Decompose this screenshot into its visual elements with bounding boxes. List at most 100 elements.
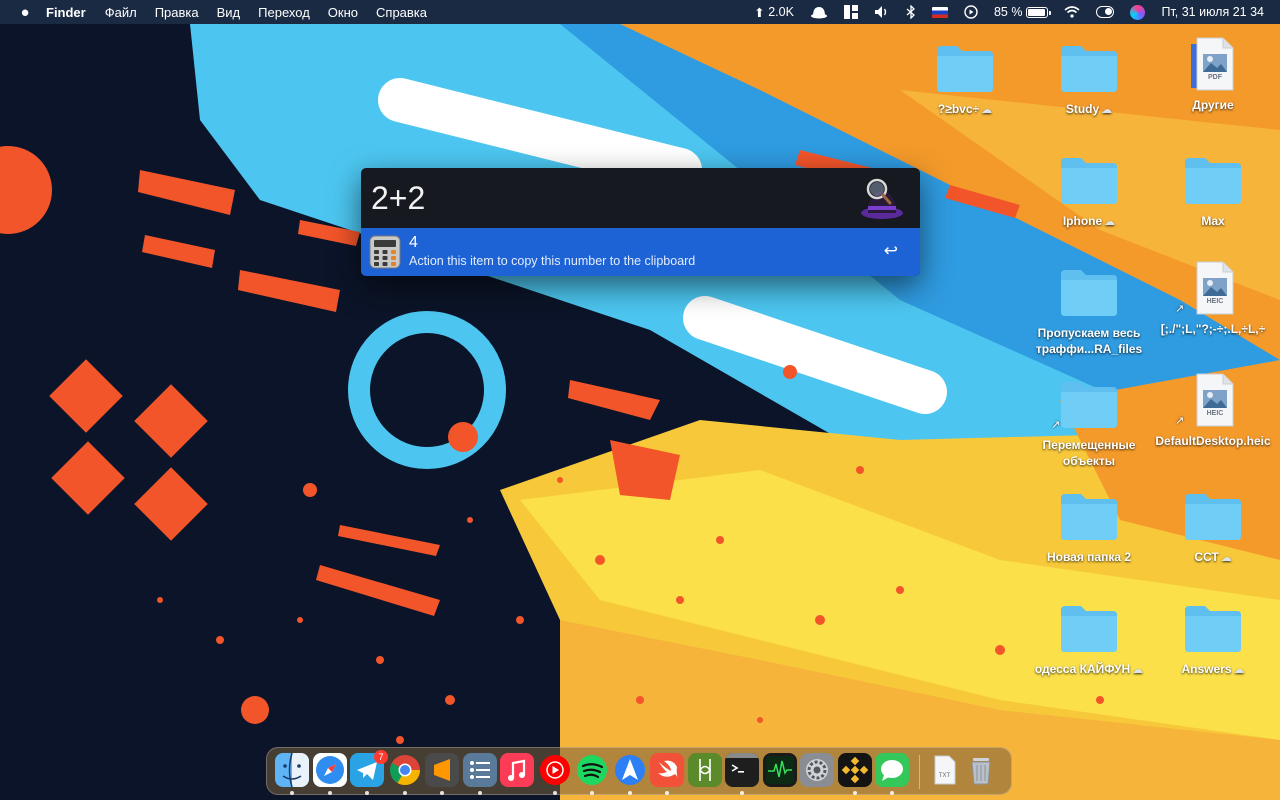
- running-indicator: [627, 791, 632, 795]
- folder-icon: [1183, 600, 1243, 656]
- youtube-music-icon[interactable]: [538, 753, 572, 787]
- menu-help[interactable]: Справка: [367, 5, 436, 20]
- desktop-item-label: Answers ☁: [1155, 661, 1271, 678]
- running-indicator: [852, 791, 857, 795]
- document-stack-icon[interactable]: TXT: [927, 753, 961, 787]
- running-indicator: [365, 791, 369, 795]
- running-indicator: [477, 791, 482, 795]
- document-icon: HEIC: [1183, 260, 1243, 316]
- system-preferences-icon[interactable]: [800, 753, 834, 787]
- music-icon[interactable]: [500, 753, 534, 787]
- desktop-item[interactable]: ССТ ☁: [1155, 488, 1271, 600]
- desktop-item-name: DefaultDesktop.heic: [1155, 434, 1271, 448]
- binance-icon[interactable]: [837, 753, 872, 787]
- desktop-item-name: Другие: [1192, 98, 1234, 112]
- activity-monitor-icon[interactable]: [762, 753, 797, 787]
- desktop-item-label: Другие: [1155, 97, 1271, 113]
- desktop-item[interactable]: Answers ☁: [1155, 600, 1271, 712]
- menu-bar: ● Finder Файл Правка Вид Переход Окно Сп…: [0, 0, 1280, 24]
- menu-bar-left: ● Finder Файл Правка Вид Переход Окно Сп…: [8, 4, 436, 21]
- desktop-item[interactable]: Iphone ☁: [1031, 152, 1147, 264]
- finder-icon[interactable]: [275, 753, 309, 787]
- swift-playgrounds-icon[interactable]: [650, 753, 684, 787]
- telegram-notification-badge: 7: [374, 750, 388, 764]
- running-indicator: [290, 791, 294, 795]
- sublime-text-icon[interactable]: [425, 753, 459, 787]
- desktop-item-name: [;./";L,"?;-÷;.L,÷L,÷: [1160, 322, 1266, 336]
- network-speed-value: 2.0K: [768, 5, 794, 19]
- desktop-item-label: Перемещенные объекты: [1031, 437, 1147, 469]
- alfred-hat-icon: [861, 178, 903, 219]
- terminal-icon[interactable]: [725, 753, 759, 787]
- menu-app-name[interactable]: Finder: [42, 5, 96, 20]
- spotify-icon[interactable]: [575, 753, 609, 787]
- desktop-item[interactable]: HEIC ↗ DefaultDesktop.heic: [1155, 372, 1271, 484]
- document-icon: HEIC: [1183, 372, 1243, 428]
- alfred-launcher: 4 Action this item to copy this number t…: [361, 168, 920, 276]
- play-circle-icon[interactable]: [956, 5, 986, 19]
- desktop-item[interactable]: Study ☁: [1031, 40, 1147, 152]
- desktop-item-label: одесса КАЙФУН ☁: [1031, 661, 1147, 678]
- menu-edit[interactable]: Правка: [146, 5, 208, 20]
- hat-status-icon[interactable]: [802, 5, 836, 19]
- desktop-item-label: [;./";L,"?;-÷;.L,÷L,÷: [1155, 321, 1271, 337]
- desktop-item-label: Study ☁: [1031, 101, 1147, 118]
- trash-icon[interactable]: [964, 753, 998, 787]
- desktop-item-label: DefaultDesktop.heic: [1155, 433, 1271, 449]
- desktop-item-label: Пропускаем весь траффи...RA_files: [1031, 325, 1147, 357]
- icloud-icon: ☁: [981, 104, 993, 116]
- alias-arrow-icon: ↗: [1051, 419, 1061, 431]
- desktop-item[interactable]: PDF Другие: [1155, 36, 1271, 148]
- battery-app-icon[interactable]: [687, 753, 722, 787]
- menu-file[interactable]: Файл: [96, 5, 146, 20]
- input-source-flag-icon[interactable]: [931, 6, 948, 18]
- folder-icon: [1059, 376, 1119, 432]
- apple-menu-icon[interactable]: ●: [8, 4, 42, 21]
- menu-go[interactable]: Переход: [249, 5, 319, 20]
- icloud-icon: ☁: [1101, 104, 1113, 116]
- control-center-icon[interactable]: [1096, 6, 1115, 18]
- document-type-label: TXT: [938, 773, 951, 779]
- volume-icon[interactable]: [866, 5, 898, 19]
- siri-icon[interactable]: [1130, 4, 1146, 20]
- menu-view[interactable]: Вид: [208, 5, 250, 20]
- wifi-icon[interactable]: [1056, 6, 1088, 18]
- menu-bar-extras: ⬆ 2.0K 85 % Пт, 31 июля 21 34: [746, 4, 1272, 20]
- window-layout-icon[interactable]: [836, 5, 866, 19]
- alfred-result-item[interactable]: 4 Action this item to copy this number t…: [361, 228, 920, 276]
- network-speed-status[interactable]: ⬆ 2.0K: [746, 5, 802, 20]
- running-indicator: [665, 791, 669, 795]
- icloud-icon: ☁: [1104, 216, 1116, 228]
- chrome-icon[interactable]: [388, 753, 422, 787]
- desktop-item[interactable]: Новая папка 2: [1031, 488, 1147, 600]
- menu-window[interactable]: Окно: [319, 5, 367, 20]
- desktop-item-label: Iphone ☁: [1031, 213, 1147, 230]
- desktop-item[interactable]: ?≥bvc÷ ☁: [907, 40, 1023, 152]
- menu-datetime[interactable]: Пт, 31 июля 21 34: [1153, 5, 1272, 19]
- icloud-icon: ☁: [1233, 664, 1245, 676]
- desktop-item-label: Новая папка 2: [1031, 549, 1147, 565]
- desktop-item[interactable]: Пропускаем весь траффи...RA_files: [1031, 264, 1147, 376]
- bluetooth-icon[interactable]: [898, 5, 924, 19]
- safari-icon[interactable]: [312, 753, 347, 787]
- messages-icon[interactable]: [875, 753, 909, 787]
- alias-arrow-icon: ↗: [1175, 415, 1185, 427]
- alfred-search-input[interactable]: [371, 178, 851, 218]
- battery-status[interactable]: 85 %: [986, 5, 1057, 19]
- running-indicator: [440, 791, 444, 795]
- desktop-item-name: ?≥bvc÷: [937, 102, 980, 116]
- document-icon: PDF: [1183, 36, 1243, 92]
- dock-separator: [918, 755, 920, 789]
- desktop-item[interactable]: HEIC ↗ [;./";L,"?;-÷;.L,÷L,÷: [1155, 260, 1271, 372]
- calculator-icon: [369, 235, 401, 269]
- tasks-icon[interactable]: [462, 753, 497, 787]
- desktop-item-label: ?≥bvc÷ ☁: [907, 101, 1023, 118]
- desktop-item[interactable]: одесса КАЙФУН ☁: [1031, 600, 1147, 712]
- desktop-item[interactable]: ↗ Перемещенные объекты: [1031, 376, 1147, 488]
- desktop-item-name: Перемещенные объекты: [1042, 438, 1136, 468]
- desktop-item-name: Новая папка 2: [1046, 550, 1132, 564]
- folder-icon: [1059, 488, 1119, 544]
- copilot-icon[interactable]: [613, 753, 647, 787]
- desktop-item[interactable]: Max: [1155, 152, 1271, 264]
- desktop-item-name: одесса КАЙФУН: [1034, 662, 1131, 676]
